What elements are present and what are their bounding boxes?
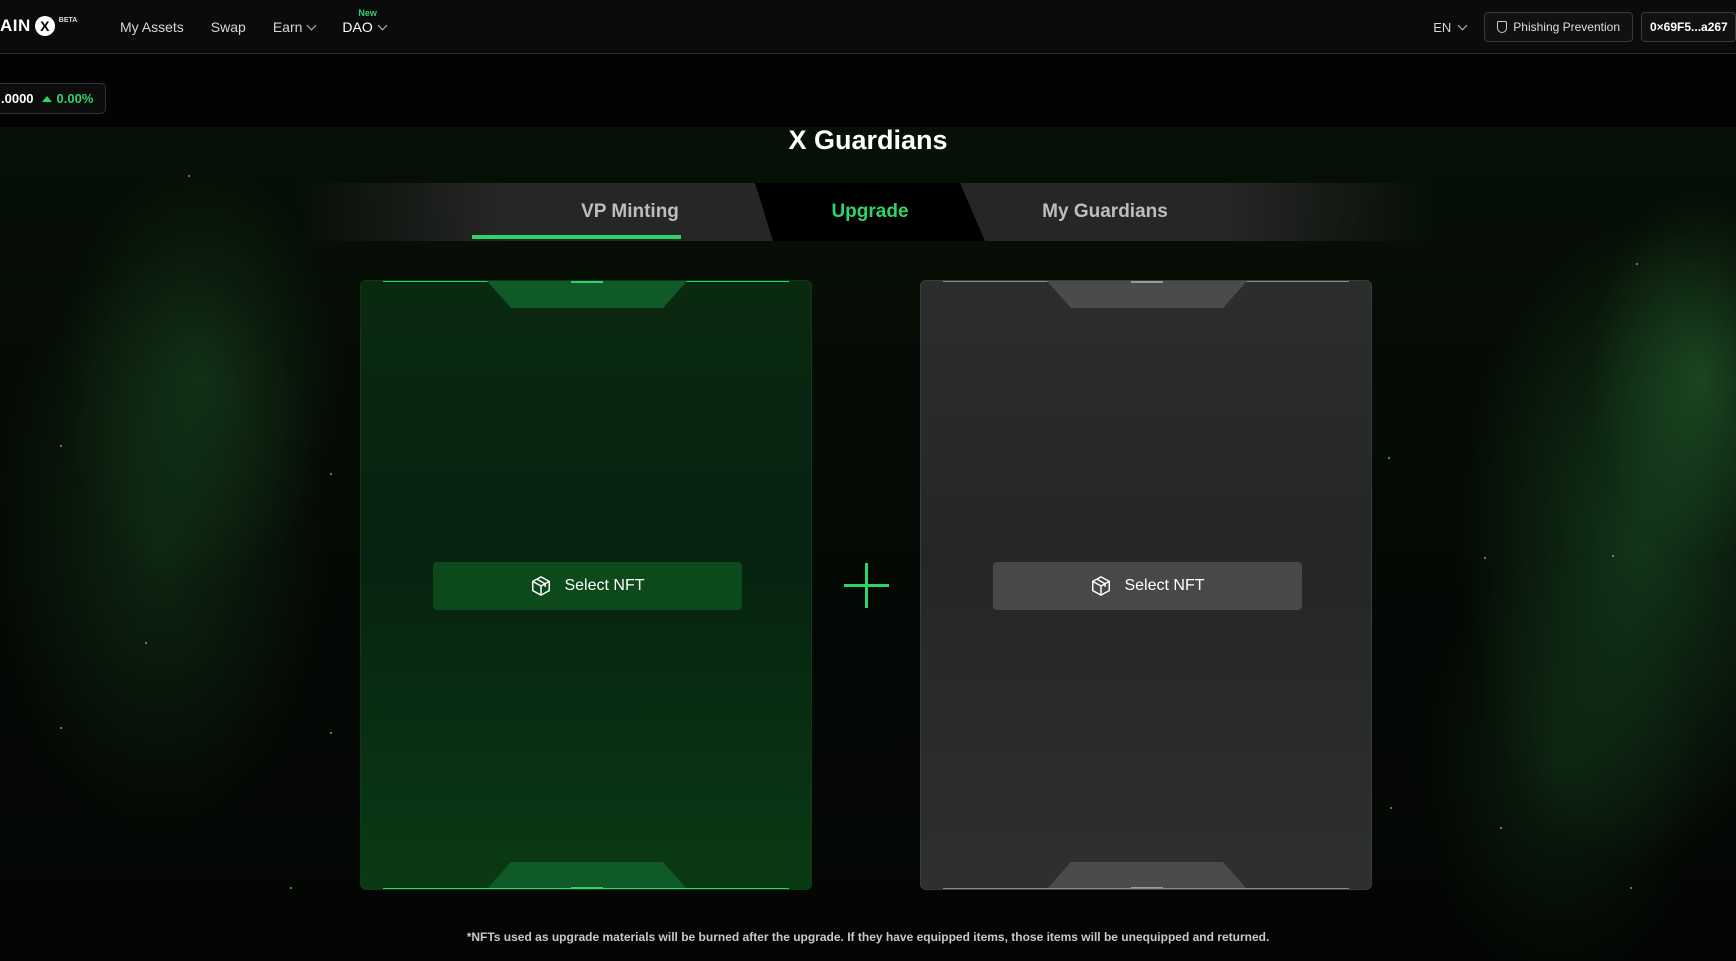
page-title: X Guardians: [788, 125, 948, 155]
nav-label: My Assets: [120, 19, 184, 35]
price-value: .0000: [1, 91, 34, 106]
card-border-bottom: [943, 888, 1349, 889]
notch-marker: [571, 281, 603, 283]
price-change: 0.00%: [41, 91, 94, 106]
shield-icon: [1497, 21, 1508, 33]
box-icon: [1092, 576, 1111, 596]
card-notch-top: [487, 281, 687, 308]
star: [1500, 827, 1502, 829]
phishing-label: Phishing Prevention: [1513, 20, 1620, 34]
header-actions: EN Phishing Prevention 0×69F5...a267: [1433, 0, 1736, 54]
star: [1612, 555, 1614, 557]
star: [330, 473, 332, 475]
card-notch-bottom: [1047, 862, 1247, 889]
chevron-down-icon: [377, 20, 388, 30]
nft-slot-material: Select NFT: [920, 280, 1372, 890]
nav-earn[interactable]: Earn: [272, 19, 317, 35]
language-label: EN: [1433, 19, 1452, 35]
tab-label: My Guardians: [1042, 201, 1168, 222]
tab-upgrade[interactable]: Upgrade: [755, 183, 985, 241]
select-nft-button[interactable]: Select NFT: [993, 562, 1302, 610]
wallet-address: 0×69F5...a267: [1650, 20, 1728, 34]
star: [60, 445, 62, 447]
star: [290, 887, 292, 889]
new-badge: New: [358, 8, 377, 18]
tab-label: VP Minting: [581, 201, 679, 222]
star: [330, 732, 332, 734]
tab-label: Upgrade: [831, 201, 909, 222]
nav-label: Earn: [272, 19, 303, 35]
card-border-bottom: [383, 888, 789, 889]
beta-badge: BETA: [58, 16, 78, 24]
star: [1636, 263, 1638, 265]
star: [145, 642, 147, 644]
star: [1388, 457, 1390, 459]
select-nft-button[interactable]: Select NFT: [433, 562, 742, 610]
logo-text: AIN: [0, 16, 31, 35]
card-notch-bottom: [487, 862, 687, 889]
star: [60, 727, 62, 729]
plus-icon: [844, 563, 889, 608]
arrow-up-icon: [41, 95, 52, 102]
tab-vp-minting[interactable]: VP Minting: [510, 183, 750, 241]
nav-label: DAO: [342, 19, 373, 35]
select-nft-label: Select NFT: [1124, 577, 1205, 594]
star: [1390, 807, 1392, 809]
chevron-down-icon: [306, 20, 317, 30]
chevron-down-icon: [1457, 20, 1468, 30]
logo[interactable]: AIN X BETA: [0, 15, 77, 37]
page: AIN X BETA My Assets Swap Earn New DAO E…: [0, 0, 1736, 961]
tab-my-guardians[interactable]: My Guardians: [975, 183, 1235, 241]
nav-label: Swap: [210, 19, 246, 35]
star: [1630, 887, 1632, 889]
token-price-pill[interactable]: .0000 0.00%: [0, 83, 107, 114]
tab-bar: VP Minting Upgrade My Guardians: [300, 183, 1430, 241]
notch-marker: [1131, 281, 1163, 283]
price-change-value: 0.00%: [56, 91, 94, 106]
upgrade-footnote: *NFTs used as upgrade materials will be …: [466, 930, 1270, 944]
box-icon: [532, 576, 551, 596]
language-selector[interactable]: EN: [1433, 19, 1468, 35]
nav-dao[interactable]: New DAO: [342, 8, 388, 35]
select-nft-label: Select NFT: [564, 577, 645, 594]
logo-x-icon: X: [34, 16, 55, 36]
nav-my-assets[interactable]: My Assets: [120, 19, 184, 35]
active-tab-indicator: [472, 235, 681, 239]
nebula-background: [0, 127, 1736, 961]
star: [1484, 557, 1486, 559]
nav-swap[interactable]: Swap: [211, 19, 246, 35]
phishing-prevention-button[interactable]: Phishing Prevention: [1484, 12, 1633, 42]
star: [188, 175, 190, 177]
card-notch-top: [1047, 281, 1247, 308]
top-header: AIN X BETA My Assets Swap Earn New DAO E…: [0, 0, 1736, 54]
nft-slot-primary: Select NFT: [360, 280, 812, 890]
main-nav: My Assets Swap Earn New DAO: [120, 0, 388, 54]
wallet-address-button[interactable]: 0×69F5...a267: [1641, 12, 1736, 42]
